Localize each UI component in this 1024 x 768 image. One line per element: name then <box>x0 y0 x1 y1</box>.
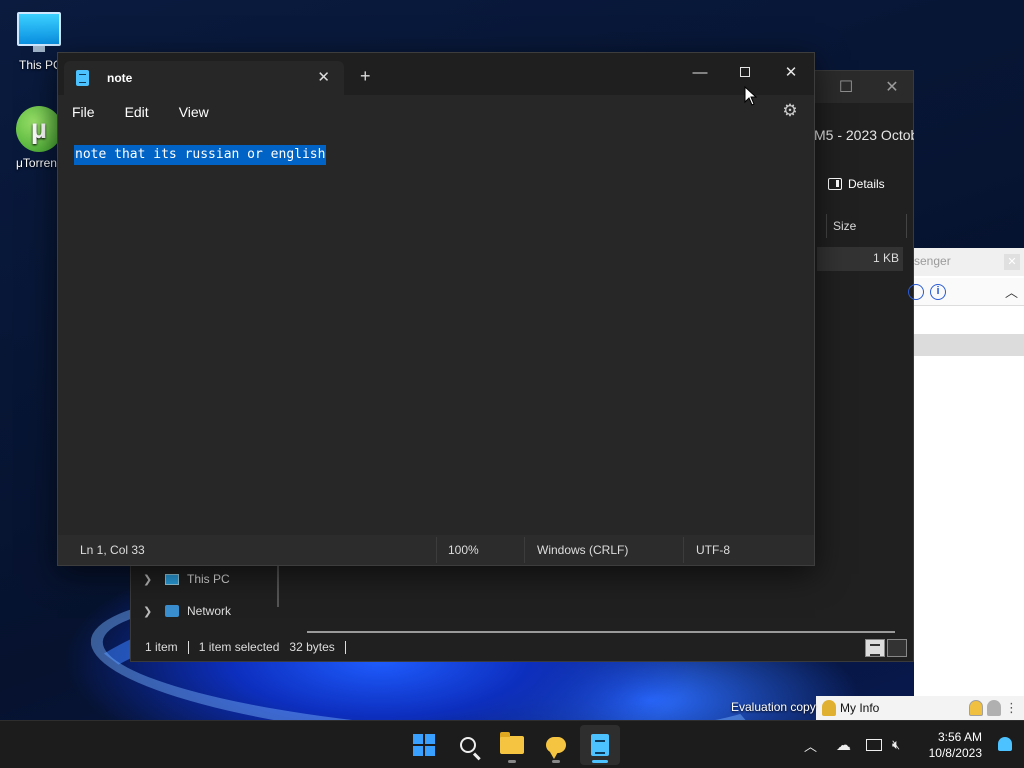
notepad-titlebar[interactable]: note ✕ + — ✕ <box>58 53 814 95</box>
evaluation-watermark: Evaluation copy <box>731 700 816 714</box>
column-header-size[interactable]: Size <box>826 214 907 238</box>
info-icon[interactable]: i <box>930 284 946 300</box>
messenger-title: senger <box>914 254 951 268</box>
messenger-footer: My Info ⋮ <box>816 696 1024 720</box>
minimize-button[interactable]: — <box>678 59 722 87</box>
menu-edit[interactable]: Edit <box>125 104 149 120</box>
notepad-tab[interactable]: note ✕ <box>64 61 344 95</box>
status-selected: 1 item selected <box>198 640 280 654</box>
onedrive-tray-icon[interactable]: ☁ <box>836 721 851 768</box>
monitor-icon <box>866 739 882 751</box>
status-separator <box>344 640 346 654</box>
notepad-window: note ✕ + — ✕ File Edit View ⚙ note that … <box>57 52 815 566</box>
chevron-right-icon[interactable]: ❯ <box>143 573 157 586</box>
windows-logo-icon <box>413 734 435 756</box>
messenger-toolbar: i ︿ <box>908 278 1024 306</box>
maximize-button[interactable] <box>723 59 767 87</box>
notepad-status-bar: Ln 1, Col 33 100% Windows (CRLF) UTF-8 <box>58 535 814 565</box>
clock-date: 10/8/2023 <box>928 746 982 760</box>
maximize-icon <box>740 67 750 77</box>
taskbar: ︿ ☁ 🔇︎ 3:56 AM 10/8/2023 <box>0 720 1024 768</box>
network-icon <box>165 605 179 617</box>
menu-bar: File Edit View <box>58 95 814 129</box>
notepad-icon <box>76 70 89 86</box>
status-zoom: 100% <box>448 543 479 557</box>
search-button[interactable] <box>448 725 488 765</box>
status-size: 32 bytes <box>289 640 335 654</box>
messenger-titlebar: senger ✕ <box>914 248 1024 276</box>
chevron-up-icon: ︿ <box>804 738 818 754</box>
running-indicator <box>552 760 560 763</box>
network-tray-icon[interactable] <box>866 721 882 768</box>
details-view-button[interactable] <box>865 639 885 657</box>
mouse-cursor-icon <box>744 86 758 106</box>
chevron-right-icon[interactable]: ❯ <box>143 605 157 618</box>
buddy-status-icon[interactable] <box>969 700 983 716</box>
nav-item-network[interactable]: ❯ Network <box>131 595 291 627</box>
file-row-size[interactable]: 1 KB <box>817 247 903 271</box>
notepad-icon <box>591 734 609 756</box>
running-indicator <box>508 760 516 763</box>
nav-pane-splitter[interactable] <box>277 563 279 607</box>
text-editor-area[interactable]: note that its russian or english <box>58 137 814 535</box>
globe-icon[interactable] <box>908 284 924 300</box>
tab-close-icon[interactable]: ✕ <box>317 68 330 86</box>
clock-time: 3:56 AM <box>937 730 982 744</box>
taskbar-clock[interactable]: 3:56 AM 10/8/2023 <box>929 729 982 761</box>
selected-text[interactable]: note that its russian or english <box>74 145 327 165</box>
settings-gear-icon[interactable]: ⚙ <box>780 101 800 121</box>
nav-item-label: This PC <box>187 572 230 586</box>
messenger-group-band <box>914 334 1024 356</box>
chevron-up-icon[interactable]: ︿ <box>1005 282 1018 301</box>
running-indicator <box>592 760 608 763</box>
cloud-icon: ☁ <box>836 737 851 754</box>
nav-item-label: Network <box>187 604 232 618</box>
explorer-nav-pane: ❯ This PC ❯ Network <box>131 563 291 627</box>
volume-tray-icon[interactable]: 🔇︎ <box>892 721 900 768</box>
monitor-icon <box>17 12 61 52</box>
messenger-close-button[interactable]: ✕ <box>1004 254 1020 270</box>
notification-bell-icon[interactable] <box>998 737 1012 751</box>
large-icons-view-button[interactable] <box>887 639 907 657</box>
explorer-maximize-button[interactable]: ☐ <box>831 77 861 97</box>
utorrent-icon: µ <box>16 106 62 152</box>
view-toggle <box>865 639 907 657</box>
my-info-link[interactable]: My Info <box>840 701 879 715</box>
explorer-close-button[interactable]: ✕ <box>877 77 907 97</box>
status-separator <box>187 640 189 654</box>
status-separator <box>683 537 684 563</box>
messenger-window: senger ✕ i ︿ <box>908 248 1024 720</box>
menu-view[interactable]: View <box>179 104 209 120</box>
taskbar-notepad[interactable] <box>580 725 620 765</box>
status-line-ending: Windows (CRLF) <box>537 543 629 557</box>
taskbar-file-explorer[interactable] <box>492 725 532 765</box>
status-cursor-position: Ln 1, Col 33 <box>80 543 145 557</box>
details-pane-icon <box>828 178 842 190</box>
start-button[interactable] <box>404 725 444 765</box>
menu-file[interactable]: File <box>72 104 95 120</box>
status-item-count: 1 item <box>145 640 178 654</box>
new-tab-button[interactable]: + <box>360 67 371 85</box>
buddy-icon[interactable] <box>987 700 1001 716</box>
explorer-address-path[interactable]: M5 - 2023 Octob <box>814 127 914 143</box>
my-info-icon <box>822 700 836 716</box>
status-separator <box>524 537 525 563</box>
more-options-icon[interactable]: ⋮ <box>1005 700 1024 716</box>
status-separator <box>436 537 437 563</box>
details-label: Details <box>848 177 885 191</box>
close-button[interactable]: ✕ <box>769 59 813 87</box>
speaker-muted-icon: 🔇︎ <box>892 737 901 752</box>
taskbar-messenger[interactable] <box>536 725 576 765</box>
show-hidden-icons-button[interactable]: ︿ <box>804 721 817 768</box>
nav-item-this-pc[interactable]: ❯ This PC <box>131 563 291 595</box>
chat-bubble-icon <box>546 737 566 759</box>
computer-icon <box>165 573 179 585</box>
search-icon <box>460 737 476 753</box>
status-encoding: UTF-8 <box>696 543 730 557</box>
explorer-status-bar: 1 item 1 item selected 32 bytes <box>131 633 913 661</box>
folder-icon <box>500 732 524 754</box>
tab-title: note <box>107 71 133 85</box>
explorer-details-button[interactable]: Details <box>828 177 885 191</box>
